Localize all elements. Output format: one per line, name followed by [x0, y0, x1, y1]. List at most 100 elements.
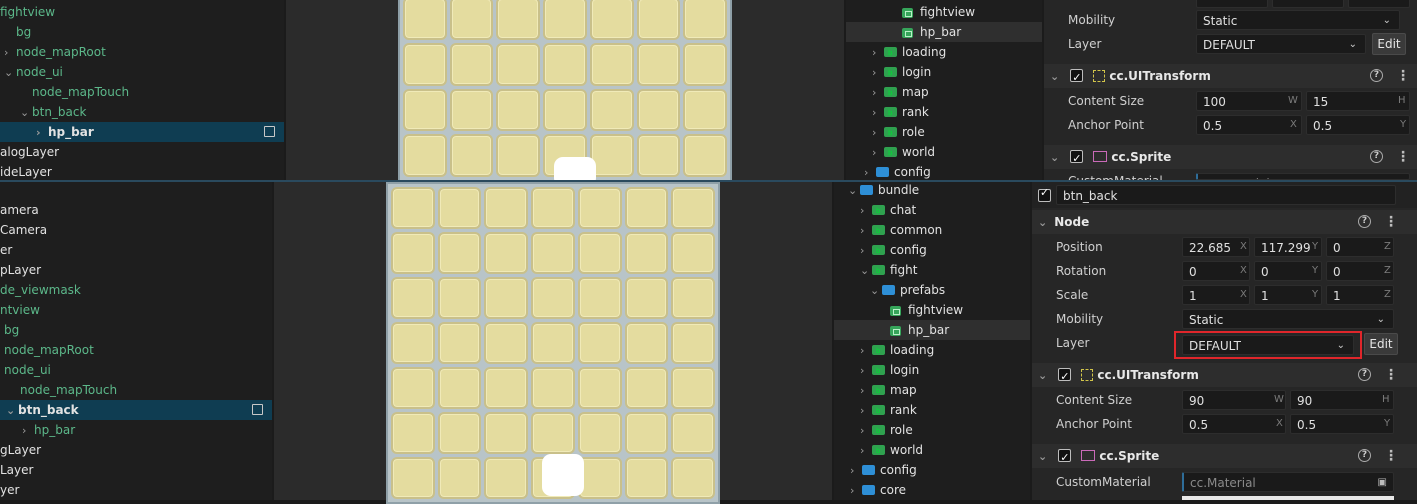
hierarchy-node[interactable]: node_mapTouch [32, 82, 129, 102]
asset-folder[interactable]: › rank [860, 400, 917, 421]
asset-folder[interactable]: ›config [850, 460, 917, 480]
chevron-right-icon[interactable]: › [860, 201, 872, 221]
chevron-down-icon[interactable]: ⌄ [870, 281, 882, 301]
mobility-select[interactable]: Static ⌄ [1182, 309, 1394, 329]
chevron-right-icon[interactable]: › [872, 103, 884, 123]
more-icon[interactable]: ⋮ [1384, 215, 1398, 229]
anchor-x-field[interactable]: 0.5 [1182, 414, 1286, 434]
hierarchy-node[interactable]: gLayer [0, 440, 41, 460]
asset-item[interactable]: fightview [902, 2, 975, 22]
asset-item-selected[interactable]: hp_bar [846, 22, 1042, 42]
chevron-right-icon[interactable]: › [22, 421, 34, 441]
content-width-field[interactable]: 100 [1196, 91, 1302, 111]
anchor-x-field[interactable]: 0.5 [1196, 115, 1302, 135]
asset-folder[interactable]: ⌄ prefabs [870, 280, 945, 300]
chevron-right-icon[interactable]: › [872, 63, 884, 83]
chevron-right-icon[interactable]: › [860, 221, 872, 241]
chevron-right-icon[interactable]: › [850, 481, 862, 501]
asset-item[interactable]: fightview [890, 300, 963, 320]
hierarchy-node[interactable]: de_viewmask [0, 280, 81, 300]
chevron-right-icon[interactable]: › [36, 123, 48, 143]
cut-field[interactable] [1348, 0, 1410, 8]
help-icon[interactable]: ? [1370, 150, 1383, 163]
chevron-right-icon[interactable]: › [860, 241, 872, 261]
chevron-right-icon[interactable]: › [860, 341, 872, 361]
asset-folder[interactable]: › role [860, 420, 913, 441]
chevron-right-icon[interactable]: › [860, 381, 872, 401]
chevron-down-icon[interactable]: ⌄ [4, 63, 16, 83]
cut-field[interactable] [1196, 0, 1268, 8]
node-section-header[interactable]: ⌄ Node ? ⋮ [1032, 210, 1417, 234]
asset-folder[interactable]: › common [860, 220, 942, 241]
hierarchy-node[interactable]: pLayer [0, 260, 41, 280]
chevron-down-icon[interactable]: ⌄ [848, 181, 860, 201]
chevron-right-icon[interactable]: › [872, 143, 884, 163]
asset-folder[interactable]: › map [872, 82, 929, 103]
hierarchy-node[interactable]: amera [0, 200, 39, 220]
chevron-right-icon[interactable]: › [860, 441, 872, 461]
chevron-down-icon[interactable]: ⌄ [1038, 364, 1050, 388]
hierarchy-node[interactable]: fightview [0, 2, 55, 22]
asset-folder[interactable]: ⌄ fight [860, 260, 918, 281]
chevron-down-icon[interactable]: ⌄ [1050, 146, 1062, 170]
content-width-field[interactable]: 90 [1182, 390, 1286, 410]
hierarchy-node[interactable]: › hp_bar [22, 420, 75, 440]
asset-folder[interactable]: › world [872, 142, 935, 163]
hierarchy-node[interactable]: › node_mapRoot [4, 42, 106, 62]
uitransform-section-header[interactable]: ⌄ cc.UITransform ? ⋮ [1044, 64, 1417, 90]
asset-item-selected[interactable]: hp_bar [834, 320, 1030, 340]
hierarchy-node[interactable]: Camera [0, 220, 47, 240]
anchor-y-field[interactable]: 0.5 [1306, 115, 1410, 135]
more-icon[interactable]: ⋮ [1384, 368, 1398, 382]
hierarchy-node[interactable]: ntview [0, 300, 40, 320]
hierarchy-node[interactable]: ⌄ btn_back [20, 102, 86, 122]
hierarchy-node[interactable]: alogLayer [0, 142, 59, 162]
chevron-right-icon[interactable]: › [860, 421, 872, 441]
asset-folder[interactable]: › core [850, 480, 906, 500]
cut-field[interactable] [1272, 0, 1344, 8]
enable-checkbox[interactable] [1070, 147, 1084, 171]
hierarchy-node[interactable]: ideLayer [0, 162, 52, 182]
node-active-checkbox[interactable] [1038, 186, 1051, 202]
chevron-down-icon[interactable]: ⌄ [1050, 65, 1062, 89]
chevron-down-icon[interactable]: ⌄ [1038, 211, 1050, 235]
help-icon[interactable]: ? [1358, 215, 1371, 228]
asset-folder[interactable]: ›config [864, 162, 931, 182]
edit-icon[interactable] [264, 126, 275, 137]
chevron-right-icon[interactable]: › [872, 123, 884, 143]
hierarchy-node[interactable]: ⌄ node_ui [4, 62, 63, 82]
asset-folder[interactable]: ⌄ bundle [848, 180, 919, 200]
uitransform-section-header[interactable]: ⌄ cc.UITransform ? ⋮ [1032, 363, 1417, 389]
hierarchy-node[interactable]: Layer [0, 460, 33, 480]
asset-folder[interactable]: › login [872, 62, 931, 83]
layer-select[interactable]: DEFAULT ⌄ [1182, 335, 1354, 355]
asset-folder[interactable]: › role [872, 122, 925, 143]
anchor-y-field[interactable]: 0.5 [1290, 414, 1394, 434]
help-icon[interactable]: ? [1370, 69, 1383, 82]
asset-folder[interactable]: › loading [872, 42, 946, 63]
edit-icon[interactable] [252, 404, 263, 415]
hierarchy-node[interactable]: bg [16, 22, 31, 42]
hierarchy-node-selected[interactable]: › hp_bar [0, 122, 284, 142]
chevron-down-icon[interactable]: ⌄ [1038, 445, 1050, 469]
bottom-scene-viewport[interactable] [274, 182, 832, 504]
hierarchy-node[interactable]: node_mapRoot [4, 340, 94, 360]
hierarchy-node[interactable]: node_ui [4, 360, 51, 380]
more-icon[interactable]: ⋮ [1384, 449, 1398, 463]
asset-folder[interactable]: › map [860, 380, 917, 401]
help-icon[interactable]: ? [1358, 449, 1371, 462]
chevron-down-icon[interactable]: ⌄ [860, 261, 872, 281]
chevron-down-icon[interactable]: ⌄ [6, 401, 18, 421]
asset-folder[interactable]: › world [860, 440, 923, 461]
edit-layer-button[interactable]: Edit [1372, 33, 1406, 55]
chevron-right-icon[interactable]: › [860, 361, 872, 381]
asset-folder[interactable]: › loading [860, 340, 934, 361]
asset-folder[interactable]: › rank [872, 102, 929, 123]
hierarchy-node-selected[interactable]: ⌄ btn_back [0, 400, 272, 420]
enable-checkbox[interactable] [1070, 66, 1084, 90]
chevron-right-icon[interactable]: › [872, 43, 884, 63]
custom-material-field[interactable]: cc.Material ▣ [1182, 472, 1394, 492]
sprite-section-header[interactable]: ⌄ cc.Sprite ? ⋮ [1032, 444, 1417, 470]
sprite-section-header[interactable]: ⌄ cc.Sprite ? ⋮ [1044, 145, 1417, 171]
asset-folder[interactable]: ›config [860, 240, 927, 261]
